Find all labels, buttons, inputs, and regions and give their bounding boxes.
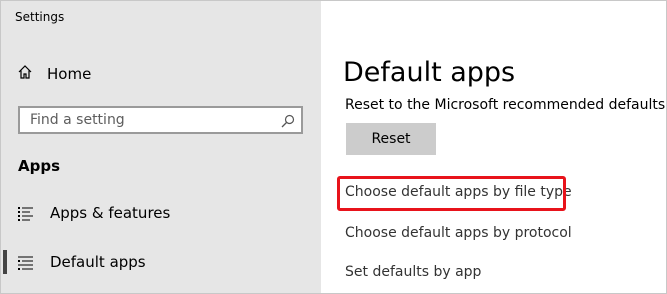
sidebar-item-apps-features[interactable]: Apps & features xyxy=(1,195,321,231)
section-title-apps: Apps xyxy=(18,157,61,175)
list-icon xyxy=(18,206,33,221)
main-content: Default apps Reset to the Microsoft reco… xyxy=(321,1,666,293)
search-placeholder: Find a setting xyxy=(30,112,125,128)
list-icon xyxy=(18,255,33,270)
selected-indicator xyxy=(3,250,7,274)
settings-window: Settings Home Find a setting Apps Apps &… xyxy=(0,0,667,294)
reset-button[interactable]: Reset xyxy=(346,123,436,155)
sidebar: Settings Home Find a setting Apps Apps &… xyxy=(1,1,321,293)
sidebar-item-label: Default apps xyxy=(50,253,146,271)
search-input[interactable]: Find a setting xyxy=(18,106,303,134)
link-protocol[interactable]: Choose default apps by protocol xyxy=(345,225,572,241)
link-set-defaults-by-app[interactable]: Set defaults by app xyxy=(345,264,481,280)
home-label: Home xyxy=(47,65,92,83)
search-icon[interactable] xyxy=(281,113,295,128)
highlight-box xyxy=(337,176,566,211)
sidebar-item-default-apps[interactable]: Default apps xyxy=(1,244,321,280)
home-icon xyxy=(17,64,33,84)
page-title: Default apps xyxy=(343,57,516,88)
reset-description: Reset to the Microsoft recommended defau… xyxy=(345,97,666,113)
sidebar-item-label: Apps & features xyxy=(50,204,171,222)
home-nav-item[interactable]: Home xyxy=(17,63,91,85)
window-title: Settings xyxy=(15,10,65,24)
